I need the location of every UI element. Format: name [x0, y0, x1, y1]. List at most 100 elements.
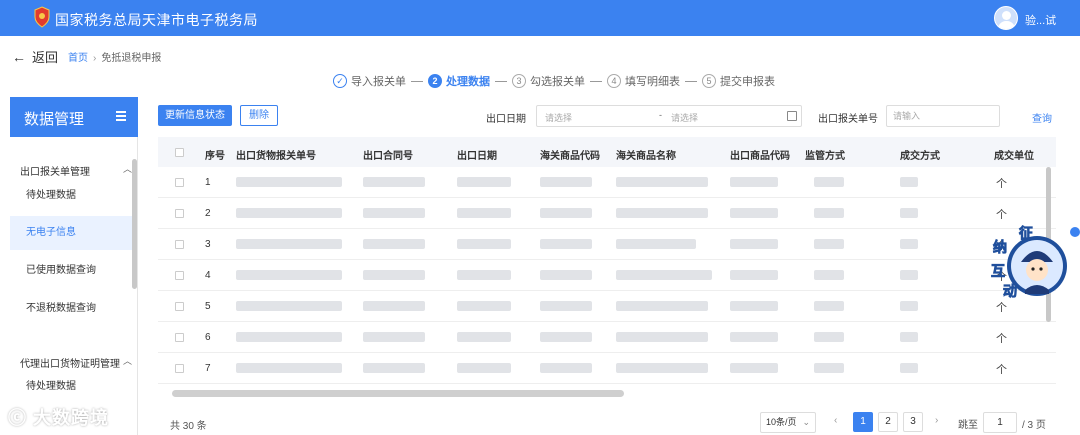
redacted-cell: [457, 177, 511, 187]
table-header: 序号 出口货物报关单号 出口合同号 出口日期 海关商品代码 海关商品名称 出口商…: [158, 137, 1056, 167]
redacted-cell: [616, 177, 708, 187]
column-header: 海关商品代码: [540, 151, 600, 162]
redacted-cell: [363, 177, 425, 187]
redacted-cell: [730, 177, 778, 187]
redacted-cell: [900, 270, 918, 280]
chevron-up-icon: ︿: [122, 356, 132, 366]
step-label: 勾选报关单: [530, 76, 585, 88]
redacted-cell: [730, 363, 778, 373]
page-button-1[interactable]: 1: [853, 412, 873, 432]
table-row[interactable]: 7 个: [158, 353, 1056, 384]
back-label: 返回: [32, 50, 59, 65]
query-link[interactable]: 查询: [1032, 110, 1052, 125]
select-all-checkbox[interactable]: [175, 148, 184, 157]
user-avatar[interactable]: [994, 6, 1018, 30]
sidebar-item-pending[interactable]: 待处理数据: [10, 179, 132, 213]
next-page-icon[interactable]: ›: [935, 415, 938, 426]
page-button-2[interactable]: 2: [878, 412, 898, 432]
mascot-char: 征: [1019, 225, 1033, 242]
sidebar-item-agency-pending[interactable]: 待处理数据: [10, 370, 132, 404]
sidebar-item-no-e-info[interactable]: 无电子信息: [10, 216, 132, 250]
table-row[interactable]: 5 个: [158, 291, 1056, 322]
date-end-placeholder: 请选择: [671, 113, 699, 123]
redacted-cell: [616, 239, 696, 249]
step-process[interactable]: 2 处理数据: [428, 73, 490, 89]
step-import[interactable]: ✓ 导入报关单: [333, 73, 406, 89]
declaration-no-input[interactable]: 请输入: [886, 105, 1000, 127]
row-unit: 个: [996, 364, 1007, 376]
redacted-cell: [457, 239, 511, 249]
row-checkbox[interactable]: [175, 209, 184, 218]
redacted-cell: [457, 363, 511, 373]
row-checkbox[interactable]: [175, 178, 184, 187]
jump-page-input[interactable]: 1: [983, 412, 1017, 433]
row-checkbox[interactable]: [175, 271, 184, 280]
table-row[interactable]: 3 个: [158, 229, 1056, 260]
column-header: 出口合同号: [363, 151, 413, 162]
row-checkbox[interactable]: [175, 302, 184, 311]
sidebar-group-agency[interactable]: 代理出口货物证明管理 ︿: [20, 355, 132, 370]
row-checkbox[interactable]: [175, 333, 184, 342]
redacted-cell: [540, 270, 592, 280]
sidebar-item-no-refund-query[interactable]: 不退税数据查询: [10, 292, 132, 326]
prev-page-icon[interactable]: ‹: [834, 415, 837, 426]
sidebar-group-declarations[interactable]: 出口报关单管理 ︿: [20, 163, 132, 178]
step-connector: [685, 80, 697, 82]
page-button-3[interactable]: 3: [903, 412, 923, 432]
check-icon: ✓: [333, 74, 347, 88]
table-row[interactable]: 1 个: [158, 167, 1056, 198]
watermark: ⓒ 大数跨境: [8, 404, 109, 430]
row-index: 5: [205, 301, 211, 312]
page-size-value: 10条/页: [766, 417, 797, 427]
row-checkbox[interactable]: [175, 240, 184, 249]
sidebar-item-label: 待处理数据: [26, 190, 76, 201]
sidebar-group-label: 出口报关单管理: [20, 167, 90, 178]
sidebar-scrollbar[interactable]: [132, 159, 137, 289]
breadcrumb-home[interactable]: 首页: [68, 53, 88, 64]
redacted-cell: [814, 332, 844, 342]
step-number: 5: [702, 74, 716, 88]
redacted-cell: [730, 332, 778, 342]
redacted-cell: [730, 208, 778, 218]
update-status-button[interactable]: 更新信息状态: [158, 105, 232, 126]
redacted-cell: [363, 363, 425, 373]
sidebar: 数据管理 出口报关单管理 ︿ 待处理数据 无电子信息 已使用数据查询 不退税数据…: [10, 97, 138, 435]
breadcrumb-current: 免抵退税申报: [101, 53, 162, 64]
breadcrumb-separator-icon: ›: [93, 53, 97, 64]
redacted-cell: [900, 332, 918, 342]
menu-toggle-icon[interactable]: [116, 111, 126, 121]
delete-button[interactable]: 删除: [240, 105, 278, 126]
table-horizontal-scrollbar[interactable]: [172, 390, 624, 397]
redacted-cell: [540, 332, 592, 342]
step-fill[interactable]: 4 填写明细表: [607, 73, 680, 89]
sidebar-item-label: 不退税数据查询: [26, 303, 96, 314]
row-checkbox[interactable]: [175, 364, 184, 373]
table-row[interactable]: 4 个: [158, 260, 1056, 291]
mascot-interaction-badge[interactable]: 征 纳 互 动: [985, 222, 1071, 302]
redacted-cell: [363, 208, 425, 218]
redacted-cell: [540, 301, 592, 311]
tax-emblem-icon: [34, 6, 50, 28]
step-label: 填写明细表: [625, 76, 680, 88]
user-name[interactable]: 验...试: [1025, 12, 1056, 28]
redacted-cell: [730, 239, 778, 249]
calendar-icon: [787, 111, 797, 121]
sidebar-item-used-query[interactable]: 已使用数据查询: [10, 254, 132, 288]
redacted-cell: [814, 208, 844, 218]
step-connector: [411, 80, 423, 82]
jump-label: 跳至: [958, 420, 978, 431]
page-size-select[interactable]: 10条/页 ⌄: [760, 412, 816, 433]
step-submit[interactable]: 5 提交申报表: [702, 73, 775, 89]
export-date-range[interactable]: 请选择 - 请选择: [536, 105, 802, 127]
table-row[interactable]: 2 个: [158, 198, 1056, 229]
mascot-char: 互: [991, 264, 1005, 280]
step-select[interactable]: 3 勾选报关单: [512, 73, 585, 89]
back-arrow-icon: ←: [12, 48, 26, 65]
sidebar-group-label: 代理出口货物证明管理: [20, 359, 120, 370]
column-header: 出口日期: [457, 151, 497, 162]
table-row[interactable]: 6 个: [158, 322, 1056, 353]
collapse-tab-icon[interactable]: [1070, 227, 1080, 237]
data-table: 序号 出口货物报关单号 出口合同号 出口日期 海关商品代码 海关商品名称 出口商…: [158, 137, 1056, 389]
redacted-cell: [814, 363, 844, 373]
back-button[interactable]: ← 返回: [12, 47, 58, 66]
